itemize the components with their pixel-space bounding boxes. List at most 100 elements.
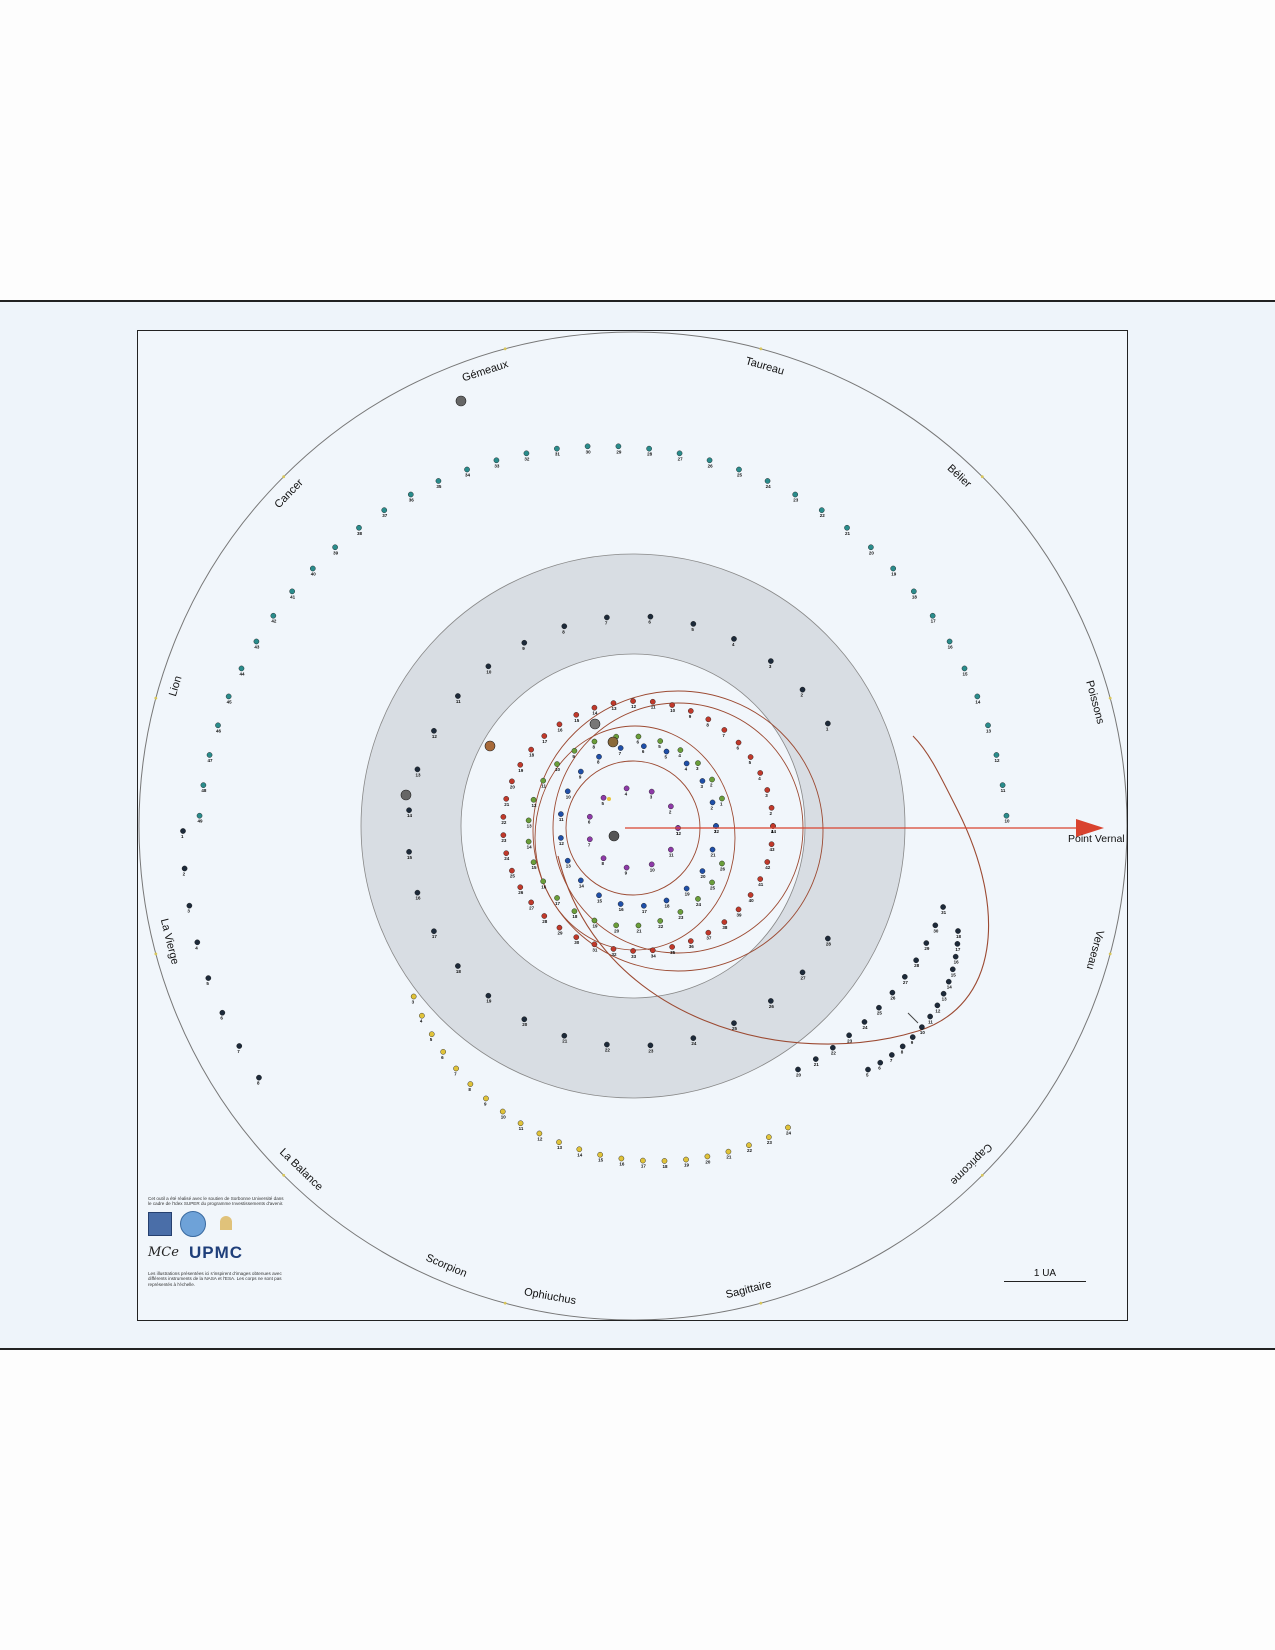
marker-dot bbox=[663, 897, 670, 904]
body-marker: 40 bbox=[310, 565, 316, 576]
marker-dot bbox=[407, 491, 414, 498]
ecliptic-tick-dot bbox=[759, 1301, 763, 1305]
body-marker: 33 bbox=[630, 948, 637, 959]
marker-number: 23 bbox=[767, 1140, 773, 1145]
marker-dot bbox=[709, 799, 716, 806]
marker-dot bbox=[635, 922, 642, 929]
body-marker: 25 bbox=[509, 867, 515, 879]
marker-number: 12 bbox=[994, 758, 1000, 763]
body-marker: 27 bbox=[902, 973, 909, 985]
body-marker: 11 bbox=[540, 777, 546, 789]
marker-dot bbox=[999, 782, 1006, 788]
marker-dot bbox=[785, 1124, 791, 1131]
marker-dot bbox=[961, 665, 968, 672]
marker-dot bbox=[186, 902, 193, 909]
body-marker: 41 bbox=[757, 876, 764, 887]
marker-dot bbox=[253, 638, 260, 645]
body-marker: 12 bbox=[536, 1130, 543, 1141]
body-marker: 20 bbox=[521, 1016, 528, 1027]
marker-number: 31 bbox=[555, 452, 561, 457]
body-marker: 20 bbox=[699, 868, 706, 879]
marker-number: 23 bbox=[648, 1048, 654, 1053]
body-marker: 43 bbox=[253, 638, 260, 649]
marker-dot bbox=[818, 507, 825, 513]
marker-number: 43 bbox=[770, 847, 776, 852]
marker-number: 7 bbox=[454, 1071, 457, 1076]
marker-number: 24 bbox=[786, 1131, 792, 1136]
marker-number: 19 bbox=[518, 768, 524, 773]
logo-row bbox=[148, 1210, 298, 1237]
marker-number: 12 bbox=[532, 803, 538, 808]
marker-dot bbox=[719, 860, 725, 867]
marker-number: 26 bbox=[890, 996, 896, 1001]
marker-number: 16 bbox=[557, 727, 563, 732]
body-marker: 24 bbox=[695, 896, 701, 907]
marker-dot bbox=[676, 450, 683, 457]
body-marker: 13 bbox=[940, 990, 947, 1002]
marker-number: 41 bbox=[758, 882, 764, 887]
marker-number: 12 bbox=[537, 1136, 543, 1141]
body-marker: 12 bbox=[530, 796, 538, 808]
marker-dot bbox=[687, 938, 694, 944]
marker-number: 37 bbox=[382, 513, 388, 518]
marker-dot bbox=[825, 935, 831, 942]
marker-dot bbox=[523, 450, 530, 457]
marker-number: 19 bbox=[486, 999, 492, 1004]
body-marker: 39 bbox=[332, 544, 339, 555]
marker-number: 18 bbox=[662, 1164, 668, 1169]
marker-dot bbox=[668, 846, 674, 853]
marker-dot bbox=[564, 788, 571, 795]
marker-dot bbox=[591, 941, 598, 948]
marker-dot bbox=[721, 919, 728, 925]
marker-dot bbox=[414, 766, 421, 773]
marker-number: 15 bbox=[574, 718, 580, 723]
marker-dot bbox=[641, 743, 647, 750]
body-marker: 23 bbox=[766, 1134, 773, 1145]
marker-dot bbox=[766, 1134, 772, 1140]
body-marker: 24 bbox=[785, 1124, 792, 1136]
body-marker: 28 bbox=[541, 913, 548, 924]
marker-dot bbox=[615, 443, 622, 450]
marker-dot bbox=[695, 896, 701, 902]
marker-dot bbox=[541, 913, 548, 919]
marker-dot bbox=[919, 1024, 925, 1030]
marker-number: 5 bbox=[206, 981, 209, 986]
marker-number: 27 bbox=[903, 980, 909, 985]
marker-number: 9 bbox=[911, 1040, 914, 1045]
marker-number: 18 bbox=[664, 903, 670, 908]
body-marker: 23 bbox=[846, 1032, 853, 1043]
body-marker: 21 bbox=[709, 846, 716, 858]
marker-dot bbox=[1003, 812, 1010, 819]
body-marker: 7 bbox=[453, 1065, 459, 1076]
body-marker: 10 bbox=[669, 702, 676, 713]
body-marker: 18 bbox=[571, 908, 578, 919]
marker-number: 18 bbox=[572, 914, 578, 919]
marker-number: 28 bbox=[542, 919, 548, 924]
marker-dot bbox=[768, 804, 775, 811]
body-marker: 45 bbox=[225, 693, 232, 704]
marker-dot bbox=[571, 908, 578, 915]
body-marker: 42 bbox=[764, 859, 771, 870]
marker-dot bbox=[256, 1074, 262, 1081]
body-marker: 24 bbox=[690, 1035, 697, 1046]
marker-dot bbox=[558, 835, 564, 841]
marker-dot bbox=[587, 836, 593, 843]
marker-number: 14 bbox=[527, 845, 533, 850]
body-marker: 19 bbox=[591, 917, 598, 928]
body-marker: 18 bbox=[528, 746, 535, 758]
marker-number: 18 bbox=[912, 594, 918, 599]
marker-dot bbox=[932, 922, 939, 929]
marker-dot bbox=[332, 544, 338, 551]
body-marker: 32 bbox=[610, 946, 617, 957]
marker-dot bbox=[623, 864, 630, 871]
body-marker: 38 bbox=[356, 524, 362, 536]
body-marker: 13 bbox=[414, 766, 421, 777]
marker-dot bbox=[641, 902, 647, 909]
planet-marker bbox=[589, 718, 601, 730]
marker-dot bbox=[455, 963, 461, 969]
marker-dot bbox=[431, 728, 437, 734]
marker-dot bbox=[668, 803, 674, 810]
body-marker: 8 bbox=[256, 1074, 262, 1086]
marker-dot bbox=[657, 738, 664, 744]
marker-dot bbox=[556, 1139, 562, 1145]
